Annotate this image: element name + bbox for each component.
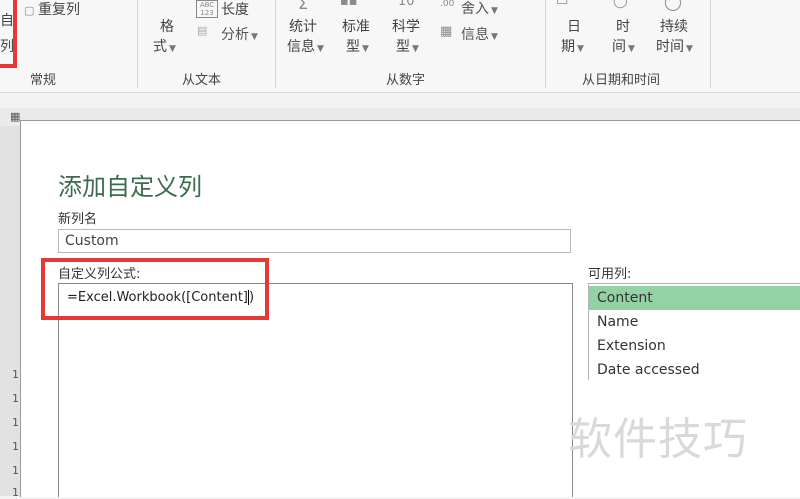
format-label-1: 格 <box>160 19 174 35</box>
statistics-label-1: 统计 <box>289 19 317 35</box>
scientific-label-2-text: 型 <box>396 39 410 55</box>
row-number: 1 <box>12 464 19 477</box>
chevron-down-icon: ▼ <box>251 32 258 42</box>
clock-icon: ◯ <box>613 0 628 9</box>
time-label-2: 间 ▼ <box>612 36 635 56</box>
date-label-1: 日 <box>567 19 581 35</box>
length-label: 长度 <box>221 2 249 18</box>
custom-column-btn-char1[interactable]: 自 <box>0 10 14 30</box>
info-icon: ▦ <box>440 24 453 39</box>
statistics-label-2-text: 信息 <box>287 39 315 55</box>
statistics-label-2: 信息 ▼ <box>287 36 324 56</box>
row-number: 1 <box>12 440 19 453</box>
row-number: 1 <box>12 486 19 499</box>
time-label-2-text: 间 <box>612 39 626 55</box>
chevron-down-icon: ▼ <box>628 44 635 54</box>
parse-icon: ▤ <box>197 24 208 37</box>
scientific-label-1: 科学 <box>392 19 420 35</box>
chevron-down-icon: ▼ <box>362 44 369 54</box>
format-label-2: 式 ▼ <box>153 36 176 56</box>
table-icon: ▦ <box>10 110 21 123</box>
duration-label-1: 持续 <box>660 19 688 35</box>
standard-label-2-text: 型 <box>346 39 360 55</box>
date-label-2: 期 ▼ <box>561 36 584 56</box>
chevron-down-icon: ▼ <box>412 44 419 54</box>
row-number: 1 <box>12 392 19 405</box>
standard-label-2: 型 ▼ <box>346 36 369 56</box>
separator <box>137 0 138 88</box>
info-label: 信息 ▼ <box>461 24 498 44</box>
standard-label-1: 标准 <box>342 19 370 35</box>
available-columns-list[interactable]: Content Name Extension Date accessed <box>588 283 800 380</box>
group-from-datetime-label: 从日期和时间 <box>582 73 661 88</box>
duplicate-column-label: 重复列 <box>38 2 80 18</box>
chevron-down-icon: ▼ <box>317 44 324 54</box>
list-item[interactable]: Extension <box>589 334 800 358</box>
scientific-icon: 10 <box>398 0 415 9</box>
list-item[interactable]: Name <box>589 310 800 334</box>
new-column-name-input[interactable]: Custom <box>58 229 571 253</box>
rounding-label: 舍入 ▼ <box>461 0 498 18</box>
highlight-box-formula <box>41 258 269 320</box>
group-general-label: 常规 <box>30 73 57 88</box>
separator <box>710 0 711 88</box>
chevron-down-icon: ▼ <box>577 44 584 54</box>
duration-label-2: 时间 ▼ <box>656 36 693 56</box>
parse-label-text: 分析 <box>221 27 249 43</box>
chevron-down-icon: ▼ <box>686 44 693 54</box>
new-column-name-label: 新列名 <box>58 212 98 227</box>
list-item[interactable]: Content <box>589 286 800 310</box>
row-number: 1 <box>12 416 19 429</box>
chevron-down-icon: ▼ <box>491 6 498 16</box>
standard-icon: ▪▪ <box>340 0 358 9</box>
separator <box>545 0 546 88</box>
separator <box>275 0 276 88</box>
chevron-down-icon: ▼ <box>169 44 176 54</box>
rounding-icon: .00 <box>440 0 455 9</box>
custom-column-btn-char2[interactable]: 列 <box>0 36 14 56</box>
info-label-text: 信息 <box>461 27 489 43</box>
list-item[interactable]: Date accessed <box>589 358 800 382</box>
scientific-label-2: 型 ▼ <box>396 36 419 56</box>
stopwatch-icon: ◯ <box>664 0 682 11</box>
rounding-label-text: 舍入 <box>461 1 489 17</box>
length-icon: ABC 123 <box>196 0 218 18</box>
group-from-number-label: 从数字 <box>386 73 426 88</box>
parse-label: 分析 ▼ <box>221 24 258 44</box>
row-number: 1 <box>12 368 19 381</box>
length-icon-abc: ABC <box>199 1 215 9</box>
available-columns-label: 可用列: <box>588 267 632 282</box>
dialog-title: 添加自定义列 <box>58 173 202 201</box>
chevron-down-icon: ▼ <box>491 32 498 42</box>
format-label-2-text: 式 <box>153 39 167 55</box>
duration-label-2-text: 时间 <box>656 39 684 55</box>
ribbon: 自 列 ▢ 重复列 常规 格 式 ▼ ABC 123 长度 ▤ 分析 ▼ 从文本 Σ … <box>0 0 800 93</box>
duplicate-icon: ▢ <box>24 4 35 17</box>
date-label-2-text: 期 <box>561 39 575 55</box>
row-number-column: 1 1 1 1 1 1 <box>0 126 20 499</box>
length-icon-123: 123 <box>200 9 214 17</box>
calendar-icon: ▭ <box>556 0 569 9</box>
sigma-icon: Σ <box>298 0 309 13</box>
group-from-text-label: 从文本 <box>182 73 222 88</box>
watermark: 软件技巧 <box>568 414 748 465</box>
time-label-1: 时 <box>616 19 630 35</box>
